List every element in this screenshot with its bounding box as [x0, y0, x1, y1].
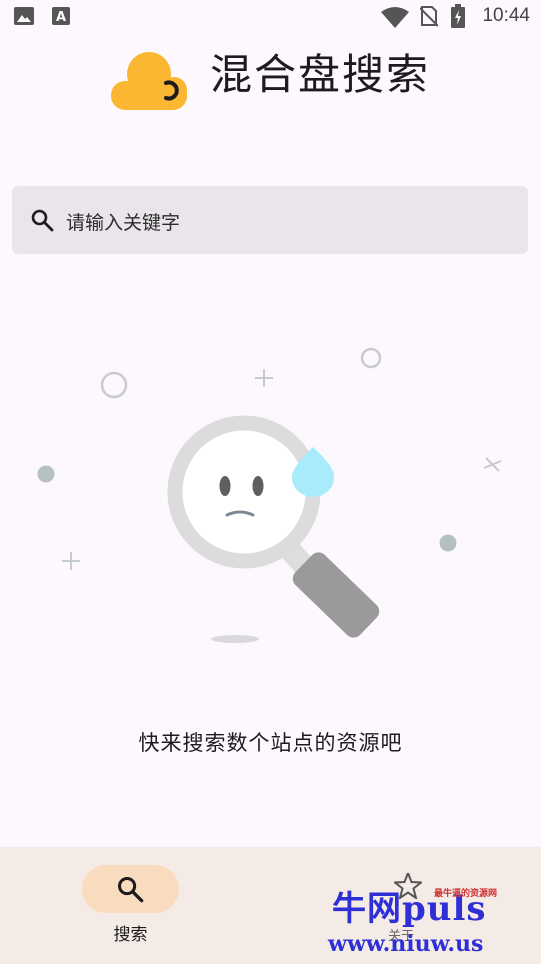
search-input[interactable]: 请输入关键字	[12, 186, 528, 254]
image-icon	[14, 7, 34, 25]
clock: 10:44	[482, 5, 530, 26]
eye	[219, 476, 231, 496]
nav-item-search-label: 搜索	[113, 925, 148, 945]
deco-plus	[255, 369, 273, 387]
empty-message: 快来搜索数个站点的资源吧	[138, 731, 403, 755]
magnifier-lens	[167, 415, 321, 569]
deco-circle	[360, 347, 382, 369]
app-title: 混合盘搜索	[210, 50, 431, 99]
watermark-url: www.niuw.us	[328, 931, 484, 957]
status-bar: A 10:44	[0, 0, 541, 34]
deco-plus	[62, 552, 80, 570]
svg-text:A: A	[56, 10, 66, 25]
text-icon: A	[52, 7, 70, 25]
deco-dot	[439, 534, 457, 552]
shadow	[211, 635, 259, 643]
wifi-icon	[381, 7, 409, 28]
search-placeholder: 请输入关键字	[66, 212, 181, 234]
watermark-subtitle: 最牛逼的资源网	[434, 889, 498, 899]
eye	[252, 476, 264, 496]
sad-magnifier-illustration	[0, 330, 541, 660]
battery-charging-icon	[451, 4, 465, 28]
watermark: 关于 牛网puls 最牛逼的资源网 www.niuw.us	[328, 873, 528, 959]
deco-cross	[483, 457, 502, 472]
search-icon	[31, 209, 54, 232]
cloud-logo-icon	[110, 48, 190, 112]
deco-dot	[37, 465, 55, 483]
deco-circle	[100, 371, 128, 399]
nav-item-search[interactable]	[82, 865, 179, 913]
search-icon	[117, 876, 144, 903]
no-sim-icon	[420, 6, 438, 27]
